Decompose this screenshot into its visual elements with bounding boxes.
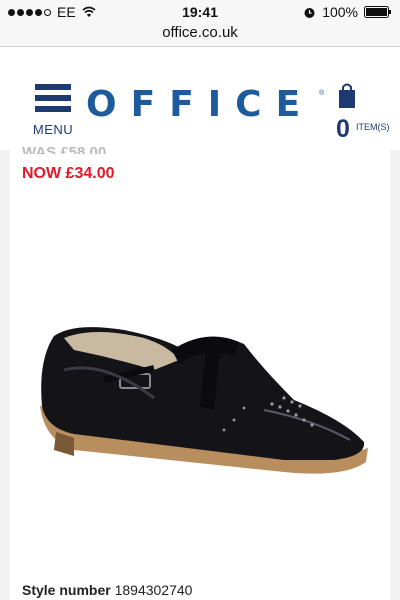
battery-icon bbox=[364, 6, 391, 18]
now-price: NOW £34.00 bbox=[22, 165, 115, 182]
url-bar[interactable]: office.co.uk bbox=[0, 24, 400, 47]
product-image[interactable] bbox=[34, 310, 374, 500]
url-text: office.co.uk bbox=[162, 24, 238, 41]
status-bar: EE 19:41 100% bbox=[0, 0, 400, 24]
menu-label: MENU bbox=[32, 122, 74, 137]
basket-button[interactable]: 0 ITEM(S) bbox=[334, 83, 400, 147]
logo-text: OFFICE bbox=[86, 84, 315, 125]
product-card: WAS £58.00 NOW £34.00 Style number 18943… bbox=[10, 144, 390, 600]
alarm-icon bbox=[304, 7, 315, 18]
shopping-bag-icon bbox=[339, 83, 355, 108]
site-header: MENU OFFICE ® 0 ITEM(S) bbox=[0, 47, 400, 150]
logo-registered-mark: ® bbox=[319, 90, 325, 97]
basket-label: ITEM(S) bbox=[356, 122, 390, 132]
hamburger-icon bbox=[35, 84, 71, 114]
battery-percent: 100% bbox=[322, 4, 358, 20]
style-number-label: Style number bbox=[22, 582, 111, 598]
basket-count: 0 bbox=[336, 115, 350, 143]
menu-button[interactable]: MENU bbox=[30, 84, 76, 140]
status-right: 100% bbox=[303, 4, 392, 20]
office-logo[interactable]: OFFICE ® bbox=[86, 84, 324, 125]
was-price: WAS £58.00 bbox=[22, 144, 107, 154]
style-number-value: 1894302740 bbox=[114, 582, 193, 598]
style-number-row: Style number 1894302740 bbox=[22, 582, 192, 598]
